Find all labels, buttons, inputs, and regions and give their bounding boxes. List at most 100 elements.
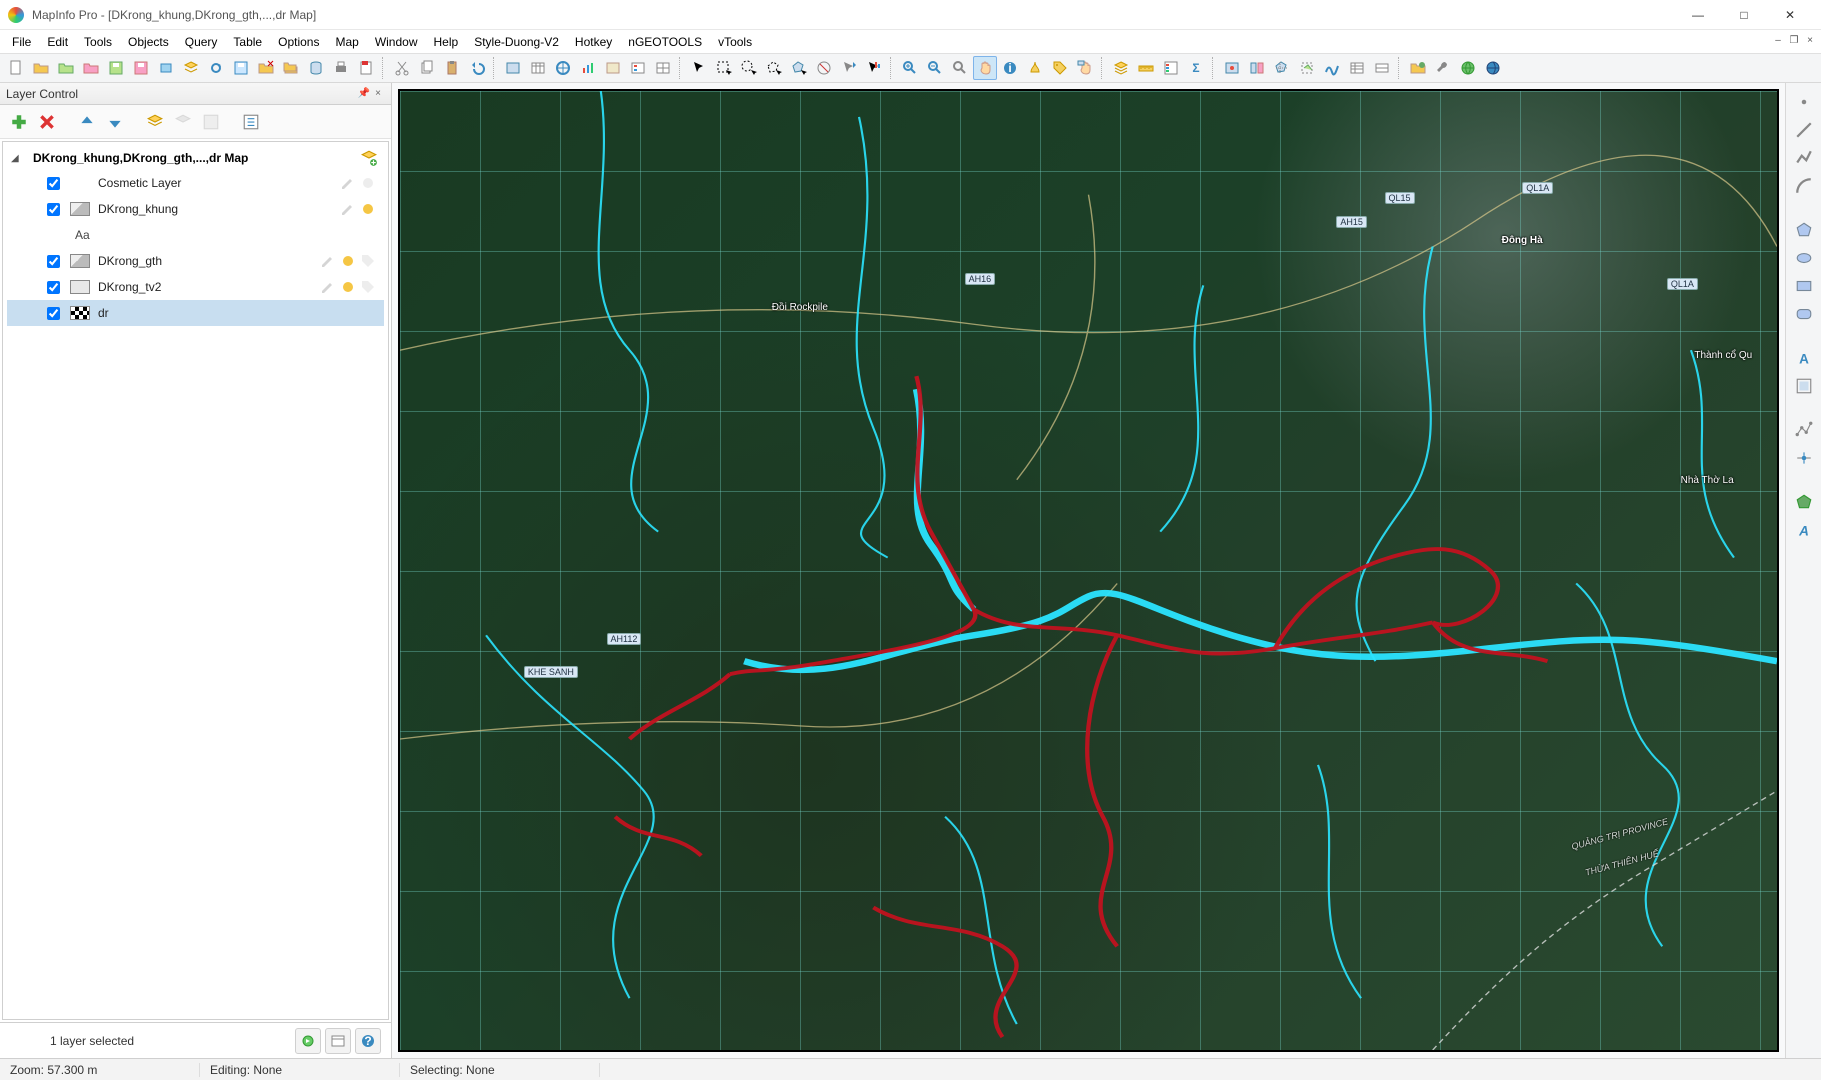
districts-button[interactable]: [651, 56, 675, 80]
close-all-button[interactable]: [279, 56, 303, 80]
radius-select-tool[interactable]: [737, 56, 761, 80]
layer-edit-icon[interactable]: [320, 253, 336, 269]
layer-visible-checkbox[interactable]: [47, 177, 60, 190]
new-browser-button[interactable]: [526, 56, 550, 80]
map-canvas[interactable]: Đồi Rockpile Đông Hà Thành cổ Qu Nhà Thờ…: [398, 89, 1779, 1052]
unselect-all-tool[interactable]: [812, 56, 836, 80]
new-map-button[interactable]: [501, 56, 525, 80]
layer-row-gth[interactable]: DKrong_gth: [7, 248, 384, 274]
tools-button[interactable]: [1431, 56, 1455, 80]
layer-explorer-button[interactable]: [325, 1028, 351, 1054]
map-add-layer-icon[interactable]: [360, 149, 378, 167]
paste-button[interactable]: [440, 56, 464, 80]
map-group-row[interactable]: ◢ DKrong_khung,DKrong_gth,...,dr Map: [7, 146, 384, 170]
window-close-button[interactable]: ✕: [1767, 0, 1813, 30]
save-workspace-button[interactable]: [104, 56, 128, 80]
menu-query[interactable]: Query: [177, 32, 226, 52]
refresh-button[interactable]: [204, 56, 228, 80]
layer-visible-checkbox[interactable]: [47, 203, 60, 216]
polygon-tool[interactable]: [1791, 217, 1817, 243]
remove-layer-button[interactable]: [34, 109, 60, 135]
layer-style-gold-icon[interactable]: [340, 253, 356, 269]
zoom-out-tool[interactable]: [923, 56, 947, 80]
marquee-select-tool[interactable]: [712, 56, 736, 80]
layer-theme-button[interactable]: [198, 109, 224, 135]
undo-button[interactable]: [465, 56, 489, 80]
add-node-tool[interactable]: [1791, 445, 1817, 471]
layer-visible-checkbox[interactable]: [47, 255, 60, 268]
assign-select-button[interactable]: [1245, 56, 1269, 80]
text-tool[interactable]: A: [1791, 345, 1817, 371]
print-button[interactable]: [329, 56, 353, 80]
menu-map[interactable]: Map: [327, 32, 366, 52]
layer-tag-icon[interactable]: [360, 279, 376, 295]
info-tool[interactable]: i: [998, 56, 1022, 80]
panel-close-icon[interactable]: ×: [371, 88, 385, 99]
layer-row-cosmetic[interactable]: Cosmetic Layer: [7, 170, 384, 196]
menu-table[interactable]: Table: [225, 32, 270, 52]
layers-button[interactable]: [179, 56, 203, 80]
stats-button[interactable]: Σ: [1184, 56, 1208, 80]
close-button[interactable]: [254, 56, 278, 80]
add-layer-button[interactable]: [6, 109, 32, 135]
menu-objects[interactable]: Objects: [120, 32, 177, 52]
menu-hotkey[interactable]: Hotkey: [567, 32, 620, 52]
status-selecting[interactable]: Selecting: None: [400, 1063, 600, 1077]
internet-button[interactable]: [1456, 56, 1480, 80]
new-graph-button[interactable]: [576, 56, 600, 80]
menu-vtools[interactable]: vTools: [710, 32, 760, 52]
menu-style-duong[interactable]: Style-Duong-V2: [466, 32, 567, 52]
change-view-tool[interactable]: [948, 56, 972, 80]
open-workspace-button[interactable]: [54, 56, 78, 80]
layer-edit-icon[interactable]: [340, 175, 356, 191]
drag-window-tool[interactable]: [1073, 56, 1097, 80]
layer-control-button[interactable]: [1109, 56, 1133, 80]
label-tool[interactable]: [1048, 56, 1072, 80]
menu-tools[interactable]: Tools: [76, 32, 120, 52]
save-copy-button[interactable]: [229, 56, 253, 80]
cut-button[interactable]: [390, 56, 414, 80]
layer-visible-checkbox[interactable]: [47, 307, 60, 320]
layer-edit-icon[interactable]: [340, 201, 356, 217]
layer-properties-button[interactable]: [142, 109, 168, 135]
layer-style-icon[interactable]: [360, 175, 376, 191]
layer-help-button[interactable]: ?: [355, 1028, 381, 1054]
redistricter-button[interactable]: [1320, 56, 1344, 80]
new-legend-button[interactable]: [626, 56, 650, 80]
collapse-icon[interactable]: ◢: [11, 153, 23, 164]
region-style-tool[interactable]: [1791, 489, 1817, 515]
set-clip-button[interactable]: [1295, 56, 1319, 80]
status-zoom[interactable]: Zoom: 57.300 m: [0, 1063, 200, 1077]
menu-ngeotools[interactable]: nGEOTOOLS: [620, 32, 710, 52]
boundary-select-tool[interactable]: [787, 56, 811, 80]
clip-region-button[interactable]: [1270, 56, 1294, 80]
grabber-tool[interactable]: [973, 56, 997, 80]
mdi-restore-button[interactable]: ❐: [1787, 33, 1801, 47]
layer-edit-icon[interactable]: [320, 279, 336, 295]
open-named-button[interactable]: [79, 56, 103, 80]
mbr-button[interactable]: [1370, 56, 1394, 80]
window-minimize-button[interactable]: —: [1675, 0, 1721, 30]
line-tool[interactable]: [1791, 117, 1817, 143]
layer-row-khung[interactable]: DKrong_khung: [7, 196, 384, 222]
arc-tool[interactable]: [1791, 173, 1817, 199]
mapinfo-web-button[interactable]: [1481, 56, 1505, 80]
new-layout-button[interactable]: [551, 56, 575, 80]
web-open-button[interactable]: [1406, 56, 1430, 80]
status-editing[interactable]: Editing: None: [200, 1063, 400, 1077]
new-file-button[interactable]: [4, 56, 28, 80]
polyline-tool[interactable]: [1791, 145, 1817, 171]
new-layer-button[interactable]: [154, 56, 178, 80]
menu-window[interactable]: Window: [367, 32, 426, 52]
layer-options-button[interactable]: [238, 109, 264, 135]
new-redistricter-button[interactable]: [601, 56, 625, 80]
layer-visible-checkbox[interactable]: [47, 281, 60, 294]
window-maximize-button[interactable]: □: [1721, 0, 1767, 30]
hotlink-tool[interactable]: [1023, 56, 1047, 80]
legend-button[interactable]: [1159, 56, 1183, 80]
layer-row-dr[interactable]: dr: [7, 300, 384, 326]
menu-options[interactable]: Options: [270, 32, 327, 52]
menu-edit[interactable]: Edit: [39, 32, 76, 52]
layer-refresh-button[interactable]: [295, 1028, 321, 1054]
menu-file[interactable]: File: [4, 32, 39, 52]
